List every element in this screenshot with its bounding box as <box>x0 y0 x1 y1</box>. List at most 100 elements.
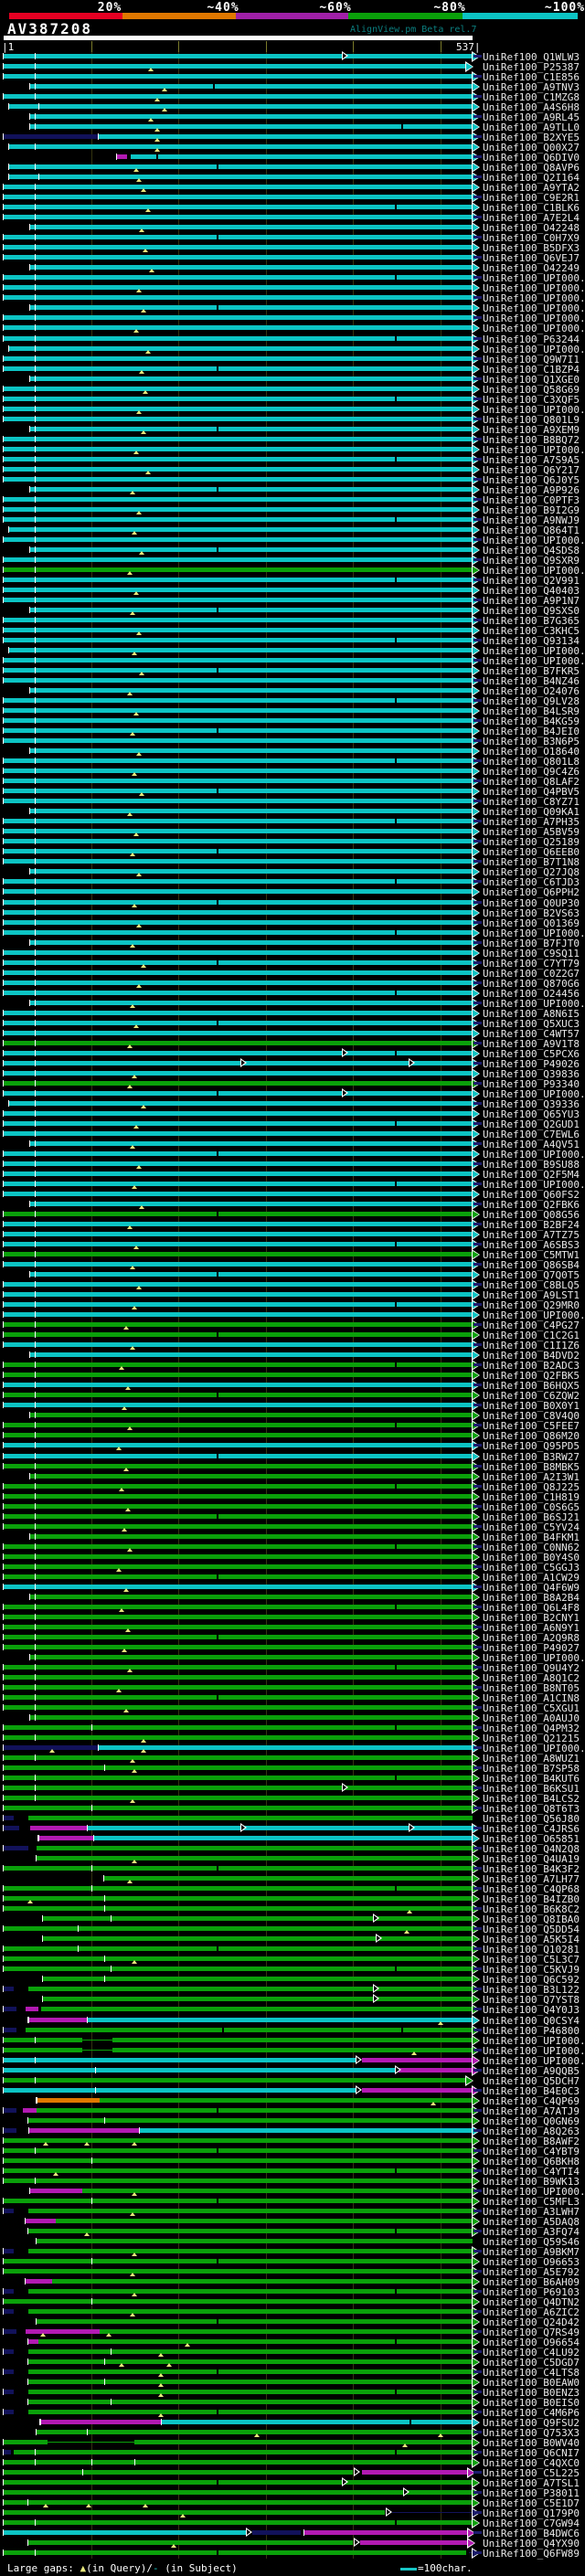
hit-bar-segment[interactable] <box>4 1061 473 1065</box>
hit-bar-segment[interactable] <box>4 1091 473 1096</box>
hit-bar-segment[interactable] <box>4 134 98 139</box>
hit-bar-segment[interactable] <box>362 2470 469 2475</box>
hit-bar-segment[interactable] <box>30 1595 473 1599</box>
hit-bar-segment[interactable] <box>4 1131 473 1136</box>
hit-bar-segment[interactable] <box>28 2289 473 2294</box>
hit-bar-segment[interactable] <box>4 2058 357 2062</box>
hit-bar-segment[interactable] <box>4 758 473 763</box>
hit-bar-segment[interactable] <box>4 2470 353 2475</box>
hit-bar-segment[interactable] <box>4 1443 473 1447</box>
hit-bar-segment[interactable] <box>4 920 473 925</box>
hit-bar-segment[interactable] <box>14 2450 472 2454</box>
hit-bar-segment[interactable] <box>4 1464 473 1468</box>
hit-bar-segment[interactable] <box>9 346 473 351</box>
hit-bar-segment[interactable] <box>4 1725 473 1730</box>
hit-bar-segment[interactable] <box>4 1011 473 1015</box>
hit-bar-segment[interactable] <box>4 1635 473 1639</box>
hit-bar-segment[interactable] <box>28 2229 473 2233</box>
hit-bar-segment[interactable] <box>30 305 473 310</box>
hit-bar-segment[interactable] <box>4 638 473 642</box>
alignment-row[interactable]: UniRef100_Q4Y0J3 <box>0 2005 585 2015</box>
hit-bar-segment[interactable] <box>30 1826 87 1830</box>
hit-bar-segment[interactable] <box>56 2219 473 2223</box>
hit-bar-segment[interactable] <box>30 1141 473 1146</box>
hit-bar-segment[interactable] <box>82 2040 112 2041</box>
hit-bar-segment[interactable] <box>4 2329 16 2334</box>
hit-bar-segment[interactable] <box>28 2390 473 2394</box>
hit-bar-segment[interactable] <box>4 1755 473 1760</box>
hit-bar-segment[interactable] <box>4 1031 473 1035</box>
hit-bar-segment[interactable] <box>28 2380 473 2384</box>
hit-bar-segment[interactable] <box>4 658 473 663</box>
hit-bar-segment[interactable] <box>30 225 473 229</box>
hit-bar-segment[interactable] <box>4 1151 473 1156</box>
alignment-row[interactable]: UniRef100_UPI000.. <box>0 323 585 334</box>
hit-bar-segment[interactable] <box>4 718 473 723</box>
hit-bar-segment[interactable] <box>41 2007 473 2011</box>
hit-bar-segment[interactable] <box>4 1987 14 1991</box>
hit-bar-segment[interactable] <box>4 1926 473 1931</box>
hit-bar-segment[interactable] <box>4 2028 16 2032</box>
hit-bar-segment[interactable] <box>26 2219 56 2223</box>
hit-bar-segment[interactable] <box>4 1605 473 1609</box>
hit-bar-segment[interactable] <box>4 1081 473 1086</box>
hit-bar-segment[interactable] <box>9 648 473 652</box>
hit-bar-segment[interactable] <box>252 2530 301 2535</box>
hit-bar-segment[interactable] <box>37 2108 473 2113</box>
hit-bar-segment[interactable] <box>4 1282 473 1287</box>
hit-bar-segment[interactable] <box>4 588 473 592</box>
hit-bar-segment[interactable] <box>4 1192 473 1196</box>
hit-bar-segment[interactable] <box>4 698 473 703</box>
hit-bar-segment[interactable] <box>4 1454 473 1458</box>
hit-bar-segment[interactable] <box>9 1101 473 1106</box>
hit-bar-segment[interactable] <box>4 2520 473 2525</box>
hit-bar-segment[interactable] <box>4 2168 473 2173</box>
hit-bar-segment[interactable] <box>4 2128 16 2133</box>
hit-bar-segment[interactable] <box>4 336 473 341</box>
hit-bar-segment[interactable] <box>4 1383 473 1387</box>
hit-bar-segment[interactable] <box>4 54 473 58</box>
alignment-row[interactable]: UniRef100_Q6PPH2 <box>0 887 585 897</box>
hit-bar-segment[interactable] <box>28 2118 473 2123</box>
hit-bar-segment[interactable] <box>100 2098 473 2103</box>
hit-bar-segment[interactable] <box>43 1997 473 2001</box>
hit-bar-segment[interactable] <box>26 2028 473 2032</box>
hit-bar-segment[interactable] <box>4 1705 473 1710</box>
hit-bar-segment[interactable] <box>4 2259 473 2263</box>
hit-bar-segment[interactable] <box>26 2007 38 2011</box>
hit-bar-segment[interactable] <box>4 859 473 864</box>
hit-bar-segment[interactable] <box>30 124 473 129</box>
hit-bar-segment[interactable] <box>4 1826 19 1830</box>
hit-bar-segment[interactable] <box>38 1836 93 1840</box>
hit-bar-segment[interactable] <box>4 356 473 361</box>
hit-bar-segment[interactable] <box>4 1494 473 1499</box>
hit-bar-segment[interactable] <box>4 1585 473 1589</box>
hit-bar-segment[interactable] <box>134 2440 473 2444</box>
hit-bar-segment[interactable] <box>28 2249 473 2253</box>
hit-bar-segment[interactable] <box>4 2289 14 2294</box>
hit-bar-segment[interactable] <box>4 1946 473 1951</box>
hit-bar-segment[interactable] <box>38 2339 473 2344</box>
hit-bar-segment[interactable] <box>4 497 473 502</box>
hit-bar-segment[interactable] <box>4 1574 473 1579</box>
hit-bar-segment[interactable] <box>4 1645 473 1649</box>
hit-bar-segment[interactable] <box>9 527 473 532</box>
hit-bar-segment[interactable] <box>4 1161 473 1166</box>
hit-bar-segment[interactable] <box>87 2018 473 2022</box>
hit-bar-segment[interactable] <box>30 940 473 945</box>
hit-bar-segment[interactable] <box>30 265 473 270</box>
hit-bar-segment[interactable] <box>4 1433 473 1437</box>
hit-bar-segment[interactable] <box>4 1504 473 1509</box>
hit-bar-segment[interactable] <box>4 477 473 482</box>
hit-bar-segment[interactable] <box>4 1665 473 1670</box>
hit-bar-segment[interactable] <box>28 2339 38 2344</box>
hit-bar-segment[interactable] <box>4 1322 473 1327</box>
hit-bar-segment[interactable] <box>362 2088 473 2093</box>
hit-bar-segment[interactable] <box>30 376 473 381</box>
hit-bar-segment[interactable] <box>112 2048 472 2052</box>
hit-bar-segment[interactable] <box>4 1554 473 1559</box>
hit-bar-segment[interactable] <box>4 2480 473 2485</box>
hit-bar-segment[interactable] <box>392 2512 473 2513</box>
hit-bar-segment[interactable] <box>4 2390 14 2394</box>
hit-bar-segment[interactable] <box>4 1242 473 1246</box>
